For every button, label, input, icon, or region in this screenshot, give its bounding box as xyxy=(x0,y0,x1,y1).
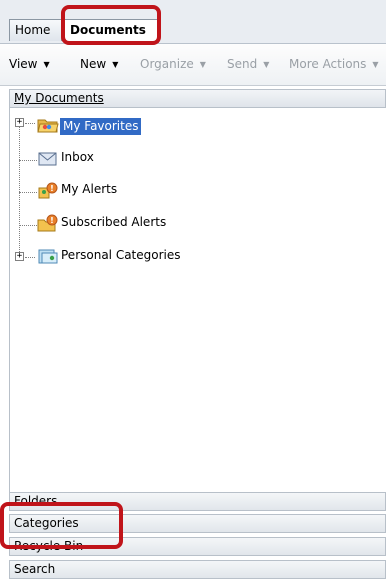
view-label: View xyxy=(9,57,38,71)
alerts-icon: ! xyxy=(38,182,58,199)
document-tree: + My Favorites Inbox ! My Alerts ! Subsc… xyxy=(9,108,386,492)
inbox-envelope-icon xyxy=(38,152,57,166)
tree-connector-line xyxy=(25,123,35,124)
tab-strip: Home Documents xyxy=(0,0,386,44)
organize-menu-button[interactable]: Organize ▼ xyxy=(140,57,206,71)
svg-text:!: ! xyxy=(50,184,54,193)
personal-categories-icon xyxy=(38,249,58,264)
categories-panel[interactable]: Categories xyxy=(9,514,386,533)
expand-icon[interactable]: + xyxy=(15,252,24,261)
recycle-bin-panel[interactable]: Recycle Bin xyxy=(9,537,386,556)
new-menu-button[interactable]: New ▼ xyxy=(80,57,118,71)
tree-connector-line xyxy=(19,160,37,161)
more-actions-label: More Actions xyxy=(289,57,367,71)
tree-item-inbox[interactable]: Inbox xyxy=(58,150,97,164)
new-label: New xyxy=(80,57,107,71)
tree-item-my-alerts[interactable]: My Alerts xyxy=(58,182,120,196)
view-menu-button[interactable]: View ▼ xyxy=(9,57,50,71)
tree-connector-line xyxy=(19,192,37,193)
tree-connector-line xyxy=(25,257,35,258)
tree-connector-line xyxy=(19,225,37,226)
send-menu-button[interactable]: Send ▼ xyxy=(227,57,269,71)
more-actions-menu-button[interactable]: More Actions ▼ xyxy=(289,57,379,71)
chevron-down-icon: ▼ xyxy=(372,60,379,69)
toolbar: View ▼ New ▼ Organize ▼ Send ▼ More Actions ▼ xyxy=(0,44,386,86)
chevron-down-icon: ▼ xyxy=(263,60,270,69)
expand-icon[interactable]: + xyxy=(15,118,24,127)
tab-documents[interactable]: Documents xyxy=(64,19,159,43)
folders-panel[interactable]: Folders xyxy=(9,492,386,511)
tree-item-personal-categories[interactable]: Personal Categories xyxy=(58,248,184,262)
organize-label: Organize xyxy=(140,57,194,71)
send-label: Send xyxy=(227,57,258,71)
svg-text:!: ! xyxy=(50,216,54,225)
chevron-down-icon: ▼ xyxy=(199,60,206,69)
chevron-down-icon: ▼ xyxy=(43,60,50,69)
chevron-down-icon: ▼ xyxy=(112,60,119,69)
my-documents-header[interactable]: My Documents xyxy=(9,89,386,108)
subscribed-alerts-icon: ! xyxy=(37,214,58,232)
favorites-folder-icon xyxy=(37,119,59,133)
tree-item-my-favorites[interactable]: My Favorites xyxy=(60,118,142,135)
search-panel[interactable]: Search xyxy=(9,560,386,579)
tree-item-subscribed-alerts[interactable]: Subscribed Alerts xyxy=(58,215,169,229)
tab-home[interactable]: Home xyxy=(9,19,62,41)
